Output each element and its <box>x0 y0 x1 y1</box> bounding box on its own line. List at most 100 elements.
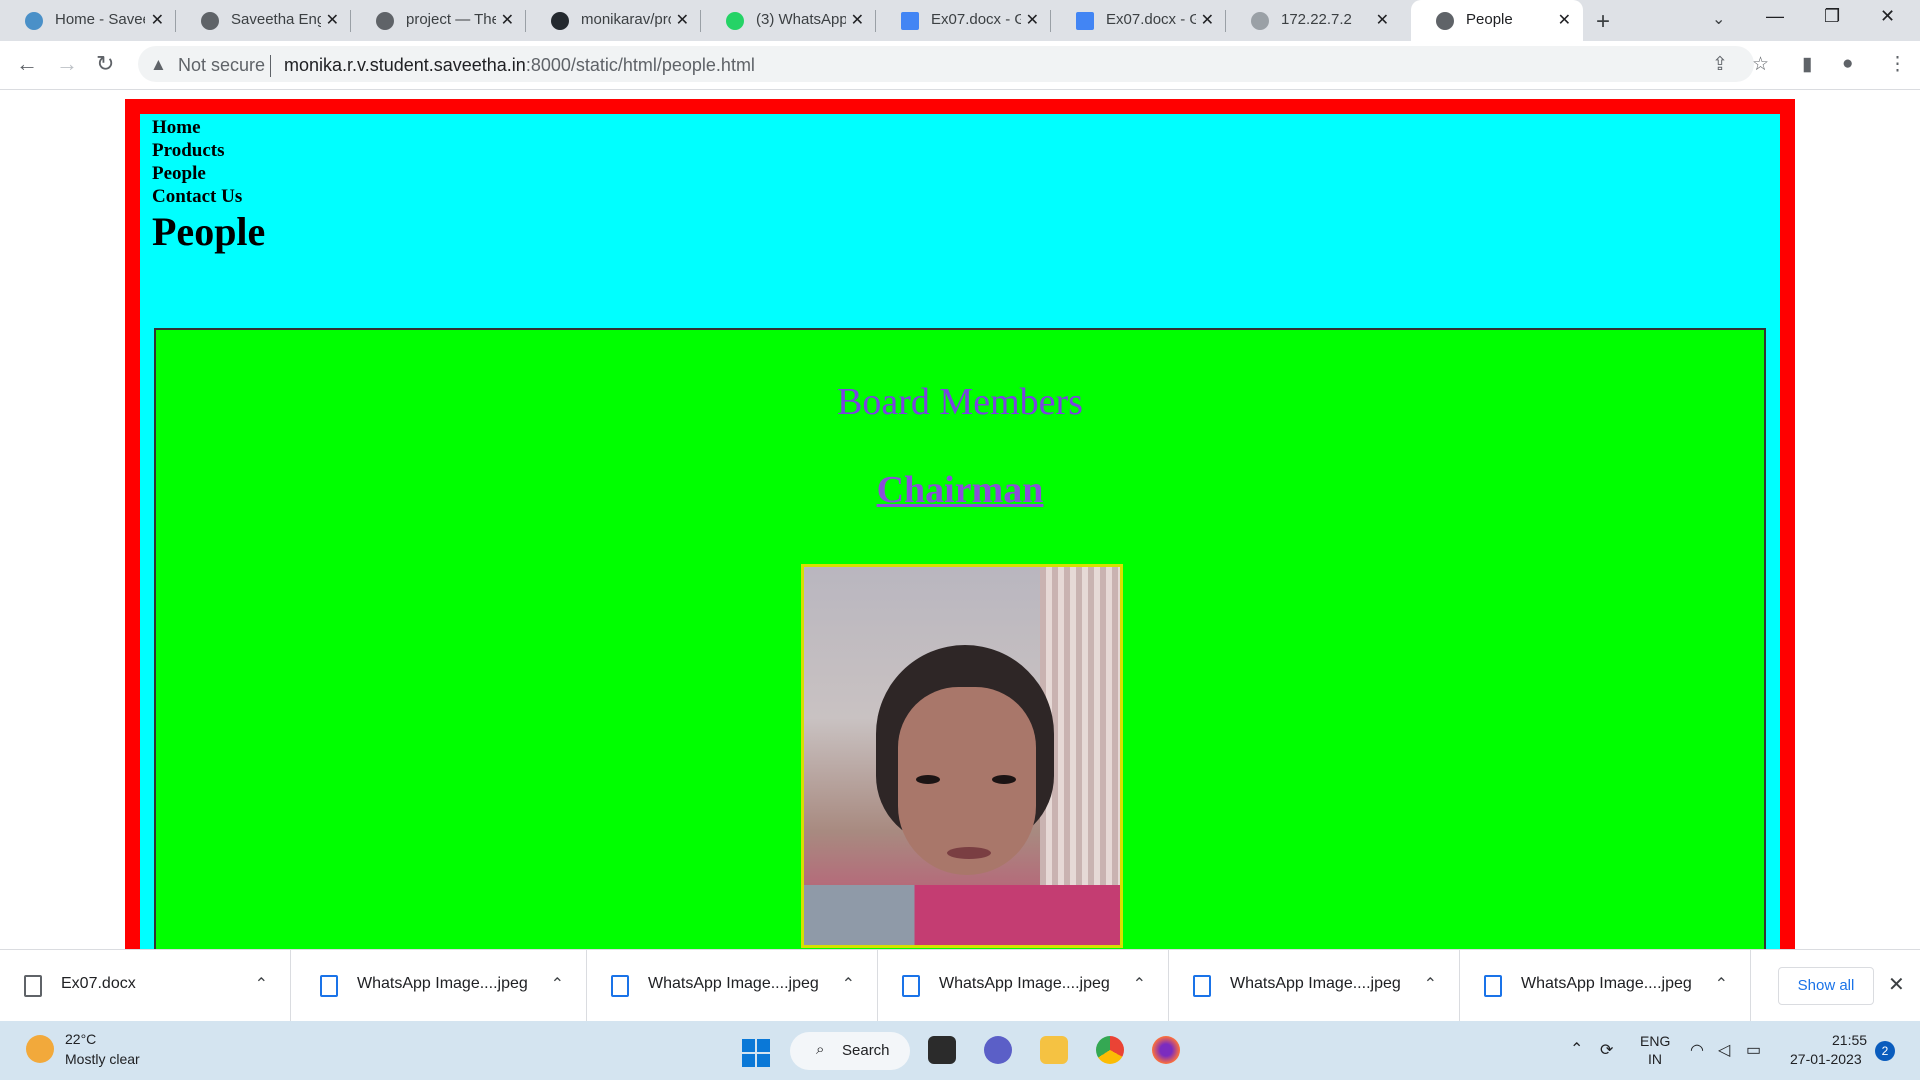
teams-chat-icon[interactable] <box>984 1036 1012 1064</box>
nav-link-home[interactable]: Home <box>152 116 242 139</box>
windows-taskbar: 22°C Mostly clear ⌕ Search ⌃ ⟳ ENG IN ◠ … <box>0 1021 1920 1080</box>
globe-icon <box>201 12 219 30</box>
chevron-up-icon[interactable]: ⌃ <box>551 974 564 994</box>
site-favicon-icon <box>25 12 43 30</box>
reload-icon[interactable]: ↻ <box>96 51 114 77</box>
share-icon[interactable]: ⇪ <box>1712 53 1728 76</box>
globe-icon <box>1436 12 1454 30</box>
download-filename: WhatsApp Image....jpeg <box>1521 975 1692 992</box>
close-tab-icon[interactable]: ✕ <box>151 10 164 30</box>
weather-condition[interactable]: Mostly clear <box>65 1051 140 1067</box>
show-all-button[interactable]: Show all <box>1778 967 1874 1005</box>
chevron-up-icon[interactable]: ⌃ <box>842 974 855 994</box>
download-item[interactable]: WhatsApp Image....jpeg ⌃ <box>1460 950 1751 1022</box>
close-window-icon[interactable]: ✕ <box>1880 6 1895 27</box>
chevron-up-icon[interactable]: ⌃ <box>1133 974 1146 994</box>
input-region[interactable]: IN <box>1648 1051 1662 1067</box>
task-view-icon[interactable] <box>928 1036 956 1064</box>
document-icon <box>24 975 42 997</box>
chrome-icon[interactable] <box>1096 1036 1124 1064</box>
tab-strip: Home - Saveetha ✕ Saveetha Engineering ✕… <box>0 0 1920 41</box>
tab-whatsapp[interactable]: (3) WhatsApp ✕ <box>701 0 876 41</box>
download-filename: Ex07.docx <box>61 975 136 992</box>
notification-badge[interactable]: 2 <box>1875 1041 1895 1061</box>
tab-home-saveetha[interactable]: Home - Saveetha ✕ <box>0 0 176 41</box>
chairman-link[interactable]: Chairman <box>156 468 1764 512</box>
close-tab-icon[interactable]: ✕ <box>676 10 689 30</box>
nav-link-people[interactable]: People <box>152 162 242 185</box>
nav-link-products[interactable]: Products <box>152 139 242 162</box>
security-status[interactable]: Not secure <box>178 55 265 76</box>
download-item[interactable]: WhatsApp Image....jpeg ⌃ <box>878 950 1169 1022</box>
close-download-shelf-icon[interactable]: ✕ <box>1888 972 1905 997</box>
download-item[interactable]: Ex07.docx ⌃ <box>0 950 291 1022</box>
tab-google-doc-1[interactable]: Ex07.docx - Google ✕ <box>876 0 1051 41</box>
tab-title: Saveetha Engineering <box>231 11 321 28</box>
back-arrow-icon[interactable]: ← <box>16 51 38 77</box>
page-viewport: Home Products People Contact Us People B… <box>0 91 1920 949</box>
tab-title: project — The <box>406 11 496 28</box>
tab-people-active[interactable]: People ✕ <box>1411 0 1583 41</box>
weather-moon-icon[interactable] <box>26 1035 54 1063</box>
download-item[interactable]: WhatsApp Image....jpeg ⌃ <box>296 950 587 1022</box>
close-tab-icon[interactable]: ✕ <box>501 10 514 30</box>
url-text[interactable]: monika.r.v.student.saveetha.in:8000/stat… <box>284 55 755 76</box>
profile-avatar-icon[interactable]: ● <box>1842 53 1853 75</box>
new-tab-button[interactable]: + <box>1596 8 1610 36</box>
battery-icon[interactable]: ▭ <box>1746 1040 1761 1060</box>
clock-date[interactable]: 27-01-2023 <box>1790 1051 1862 1067</box>
page-title: People <box>152 209 266 254</box>
tab-google-doc-2[interactable]: Ex07.docx - Google ✕ <box>1051 0 1226 41</box>
wifi-icon[interactable]: ◠ <box>1690 1040 1704 1060</box>
globe-icon <box>376 12 394 30</box>
kebab-menu-icon[interactable]: ⋮ <box>1888 53 1907 76</box>
board-members-section: Board Members Chairman <box>154 328 1766 949</box>
minimize-icon[interactable]: — <box>1766 6 1784 27</box>
clock-time[interactable]: 21:55 <box>1832 1032 1867 1048</box>
forward-arrow-icon[interactable]: → <box>56 51 78 77</box>
download-item[interactable]: WhatsApp Image....jpeg ⌃ <box>1169 950 1460 1022</box>
bookmark-star-icon[interactable]: ☆ <box>1752 53 1769 76</box>
search-icon: ⌕ <box>816 1041 825 1058</box>
close-tab-icon[interactable]: ✕ <box>1026 10 1039 30</box>
tab-title: (3) WhatsApp <box>756 11 846 28</box>
weather-temperature[interactable]: 22°C <box>65 1031 96 1047</box>
close-tab-icon[interactable]: ✕ <box>1201 10 1214 30</box>
tab-github[interactable]: monikarav/project ✕ <box>526 0 701 41</box>
close-tab-icon[interactable]: ✕ <box>1376 10 1389 30</box>
download-filename: WhatsApp Image....jpeg <box>1230 975 1401 992</box>
volume-icon[interactable]: ◁ <box>1718 1040 1730 1060</box>
firefox-icon[interactable] <box>1152 1036 1180 1064</box>
outer-red-border: Home Products People Contact Us People B… <box>125 99 1795 949</box>
sync-icon[interactable]: ⟳ <box>1600 1040 1613 1060</box>
file-explorer-icon[interactable] <box>1040 1036 1068 1064</box>
windows-start-icon[interactable] <box>742 1039 770 1067</box>
close-tab-icon[interactable]: ✕ <box>1558 10 1571 30</box>
tab-title: Ex07.docx - Google <box>931 11 1021 28</box>
download-item[interactable]: WhatsApp Image....jpeg ⌃ <box>587 950 878 1022</box>
taskbar-search-button[interactable]: ⌕ Search <box>790 1032 910 1070</box>
side-panel-icon[interactable]: ▮ <box>1802 53 1812 76</box>
tab-saveetha-engineering[interactable]: Saveetha Engineering ✕ <box>176 0 351 41</box>
image-file-icon <box>902 975 920 997</box>
tab-title: Home - Saveetha <box>55 11 145 28</box>
section-title: Board Members <box>837 381 1083 423</box>
chevron-up-icon[interactable]: ⌃ <box>1424 974 1437 994</box>
chevron-up-icon[interactable]: ⌃ <box>255 974 268 994</box>
google-docs-icon <box>1076 12 1094 30</box>
close-tab-icon[interactable]: ✕ <box>326 10 339 30</box>
nav-link-contact[interactable]: Contact Us <box>152 185 242 208</box>
restore-icon[interactable]: ❐ <box>1824 6 1840 27</box>
warning-triangle-icon[interactable]: ▲ <box>150 55 167 75</box>
tab-ip-address[interactable]: 172.22.7.2 ✕ <box>1226 0 1401 41</box>
whatsapp-icon <box>726 12 744 30</box>
input-language[interactable]: ENG <box>1640 1033 1670 1049</box>
tab-search-chevron-icon[interactable]: ⌄ <box>1712 9 1725 29</box>
chevron-up-icon[interactable]: ⌃ <box>1715 974 1728 994</box>
close-tab-icon[interactable]: ✕ <box>851 10 864 30</box>
image-file-icon <box>1193 975 1211 997</box>
url-path: :8000/static/html/people.html <box>525 55 755 75</box>
tab-project[interactable]: project — The ✕ <box>351 0 526 41</box>
nav-menu: Home Products People Contact Us <box>152 116 242 208</box>
show-hidden-icons-chevron-icon[interactable]: ⌃ <box>1570 1039 1583 1059</box>
